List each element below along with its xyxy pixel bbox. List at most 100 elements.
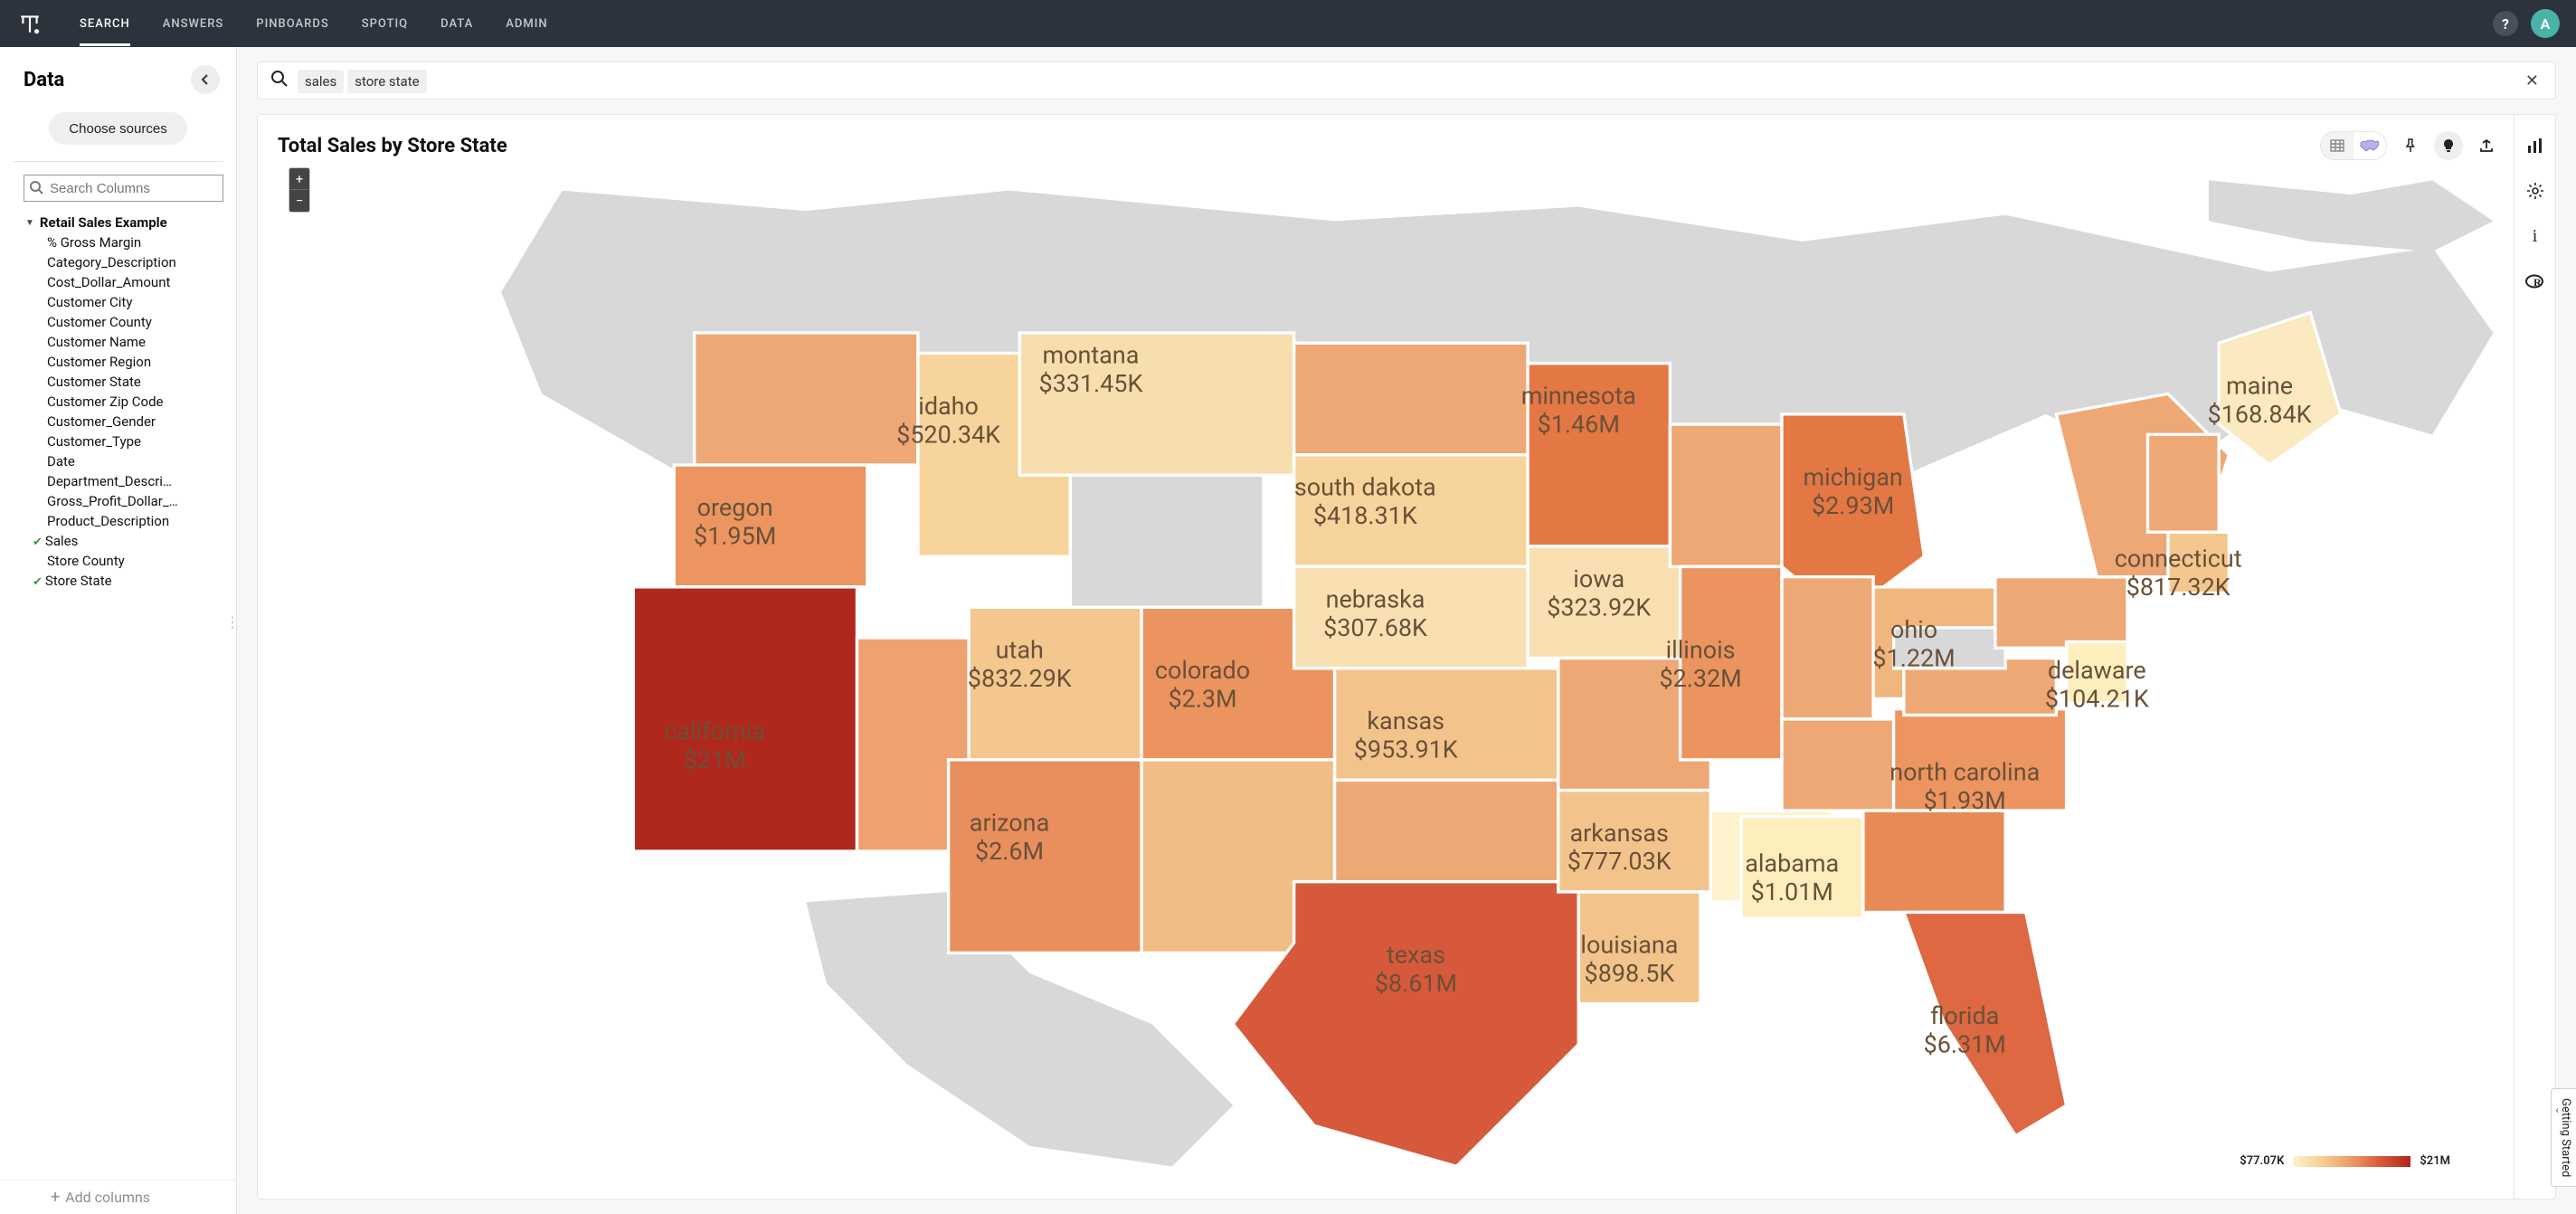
column-item[interactable]: ✔Store State xyxy=(25,571,224,591)
check-icon: ✔ xyxy=(33,575,45,589)
nav-items: SEARCH ANSWERS PINBOARDS SPOTIQ DATA ADMIN xyxy=(80,2,548,46)
r-analysis-rail-button[interactable]: R xyxy=(2521,267,2550,296)
settings-rail-button[interactable] xyxy=(2521,176,2550,205)
column-item[interactable]: Product_Description xyxy=(25,511,224,531)
getting-started-tab[interactable]: Getting Started ‹ xyxy=(2551,1088,2576,1187)
state-utah[interactable] xyxy=(969,607,1141,760)
search-icon xyxy=(29,180,43,198)
column-item[interactable]: Cost_Dollar_Amount xyxy=(25,272,224,292)
column-item[interactable]: Customer_Type xyxy=(25,432,224,451)
state-kentucky[interactable] xyxy=(1782,719,1894,811)
chevron-left-icon: ‹ xyxy=(2555,1104,2559,1116)
column-item[interactable]: Gross_Profit_Dollar_… xyxy=(25,491,224,511)
state-kansas[interactable] xyxy=(1335,669,1558,781)
column-item[interactable]: Customer Name xyxy=(25,332,224,352)
state-oklahoma[interactable] xyxy=(1335,780,1558,881)
map-view-toggle[interactable] xyxy=(2353,132,2386,159)
state-minnesota[interactable] xyxy=(1528,364,1670,546)
nav-item-search[interactable]: SEARCH xyxy=(80,2,130,46)
add-columns-label: Add columns xyxy=(65,1189,150,1206)
state-delaware[interactable] xyxy=(2067,642,2127,703)
search-bar[interactable]: sales store state ✕ xyxy=(257,62,2556,100)
pin-button[interactable] xyxy=(2396,131,2425,160)
legend-min: $77.07K xyxy=(2240,1154,2284,1168)
state-south-dakota[interactable] xyxy=(1294,455,1528,567)
plus-icon: + xyxy=(51,1188,60,1207)
search-icon xyxy=(270,70,289,91)
column-item[interactable]: Customer City xyxy=(25,292,224,312)
choose-sources-button[interactable]: Choose sources xyxy=(49,112,186,145)
state-north-carolina[interactable] xyxy=(1894,709,2067,811)
column-item[interactable]: Customer Zip Code xyxy=(25,392,224,412)
state-arkansas[interactable] xyxy=(1558,791,1711,892)
data-panel-title: Data xyxy=(24,69,64,91)
column-item[interactable]: % Gross Margin xyxy=(25,232,224,252)
add-columns-button[interactable]: + Add columns xyxy=(0,1180,236,1214)
column-item[interactable]: Customer County xyxy=(25,312,224,332)
state-arizona[interactable] xyxy=(949,760,1141,953)
state-connecticut[interactable] xyxy=(2168,532,2229,593)
state-oregon[interactable] xyxy=(674,465,867,587)
nav-item-pinboards[interactable]: PINBOARDS xyxy=(256,2,328,46)
chart-title: Total Sales by Store State xyxy=(278,135,507,157)
state-west-virginia[interactable] xyxy=(1894,628,2006,669)
search-token[interactable]: sales xyxy=(298,70,344,93)
state-wyoming[interactable] xyxy=(1070,475,1263,607)
column-item[interactable]: Category_Description xyxy=(25,252,224,272)
search-token[interactable]: store state xyxy=(347,70,426,93)
state-iowa[interactable] xyxy=(1528,546,1681,659)
caret-down-icon: ▼ xyxy=(25,218,34,228)
column-item[interactable]: Customer State xyxy=(25,372,224,392)
datasource-header[interactable]: ▼ Retail Sales Example xyxy=(25,213,236,232)
state-florida[interactable] xyxy=(1904,912,2067,1135)
brand-logo[interactable] xyxy=(16,10,43,37)
top-nav: SEARCHANSWERSPINBOARDSSPOTIQDATAADMIN ? … xyxy=(0,0,2576,47)
nav-item-answers[interactable]: ANSWERS xyxy=(163,2,224,46)
data-panel: Data Choose sources ▼ Retail Sales Examp… xyxy=(0,47,237,1214)
state-north-dakota[interactable] xyxy=(1294,343,1528,455)
state-alabama[interactable] xyxy=(1741,817,1863,918)
map-legend: $77.07K $21M xyxy=(2240,1154,2450,1168)
state-vt-nh-ma[interactable] xyxy=(2147,434,2219,532)
state-indiana[interactable] xyxy=(1782,577,1873,719)
help-button[interactable]: ? xyxy=(2493,11,2518,36)
column-search-input[interactable] xyxy=(24,175,223,202)
answer-card: Total Sales by Store State xyxy=(257,114,2556,1200)
legend-gradient xyxy=(2293,1156,2410,1167)
getting-started-label: Getting Started xyxy=(2559,1098,2572,1177)
insight-button[interactable] xyxy=(2434,131,2463,160)
legend-max: $21M xyxy=(2420,1154,2450,1168)
zoom-in-button[interactable]: + xyxy=(289,168,309,190)
divider xyxy=(13,161,223,162)
state-wisconsin[interactable] xyxy=(1670,424,1782,566)
user-avatar[interactable]: A xyxy=(2531,9,2560,38)
column-item[interactable]: Store County xyxy=(25,551,224,571)
state-california[interactable] xyxy=(633,587,857,851)
state-montana[interactable] xyxy=(1019,333,1293,475)
share-button[interactable] xyxy=(2472,131,2501,160)
column-item[interactable]: Department_Descri… xyxy=(25,471,224,491)
check-icon: ✔ xyxy=(33,536,45,549)
column-item[interactable]: Date xyxy=(25,451,224,471)
us-map[interactable]: california$21Mtexas$8.61Mflorida$6.31Mmi… xyxy=(278,167,2514,1190)
column-item[interactable]: Customer Region xyxy=(25,352,224,372)
clear-search-button[interactable]: ✕ xyxy=(2518,68,2546,94)
state-georgia[interactable] xyxy=(1863,811,2005,912)
state-pennsylvania[interactable] xyxy=(1995,577,2127,649)
info-rail-button[interactable]: i xyxy=(2521,222,2550,251)
column-item[interactable]: Customer_Gender xyxy=(25,412,224,432)
state-nebraska[interactable] xyxy=(1294,566,1528,668)
zoom-out-button[interactable]: − xyxy=(289,190,309,212)
nav-item-spotiq[interactable]: SPOTIQ xyxy=(362,2,408,46)
table-view-toggle[interactable] xyxy=(2321,132,2353,159)
explore-rail-button[interactable] xyxy=(2521,131,2550,160)
column-item[interactable]: ✔Sales xyxy=(25,531,224,551)
map-area[interactable]: + − xyxy=(278,167,2514,1190)
state-washington[interactable] xyxy=(695,333,918,465)
svg-text:R: R xyxy=(2533,276,2542,289)
collapse-panel-button[interactable] xyxy=(191,65,220,94)
nav-item-admin[interactable]: ADMIN xyxy=(506,2,547,46)
state-illinois[interactable] xyxy=(1681,566,1782,759)
state-louisiana[interactable] xyxy=(1578,892,1700,1004)
nav-item-data[interactable]: DATA xyxy=(440,2,473,46)
